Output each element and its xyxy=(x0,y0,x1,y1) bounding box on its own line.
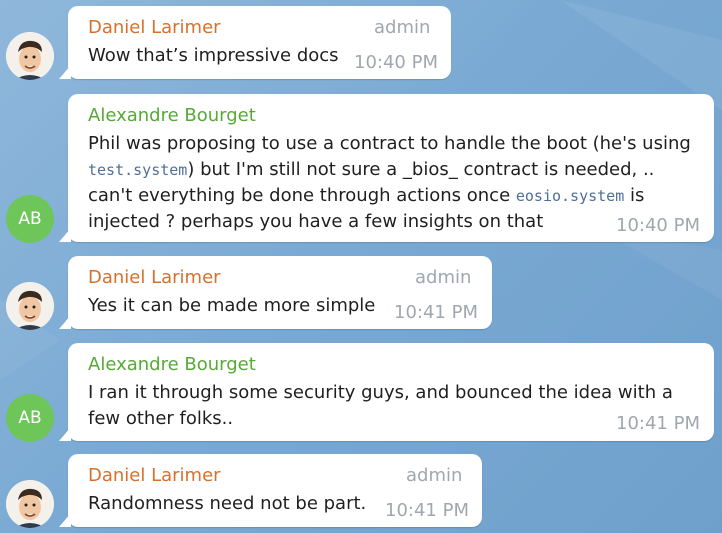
caricature-avatar-icon xyxy=(6,32,54,80)
code-snippet: test.system xyxy=(88,161,188,179)
message-line-text: is xyxy=(624,185,645,206)
admin-badge: admin xyxy=(374,17,431,38)
message-line: few other folks.. xyxy=(88,408,234,429)
message-time: 10:40 PM xyxy=(354,52,438,73)
message-text: Randomness need not be part. xyxy=(88,493,367,514)
sender-name[interactable]: Daniel Larimer xyxy=(88,465,221,486)
message-bubble: Alexandre Bourget Phil was proposing to … xyxy=(59,94,714,242)
message-line-text: ) but I'm still not sure a _bios_ contra… xyxy=(187,159,655,180)
caricature-avatar-icon xyxy=(6,282,54,330)
user-avatar[interactable] xyxy=(6,282,54,330)
message-bubble: Daniel Larimer admin Wow that’s impressi… xyxy=(59,6,451,79)
message-time: 10:40 PM xyxy=(616,215,700,236)
caricature-avatar-icon xyxy=(6,480,54,528)
user-avatar[interactable] xyxy=(6,480,54,528)
sender-name[interactable]: Alexandre Bourget xyxy=(88,354,256,375)
message-line: can't everything be done through actions… xyxy=(88,183,691,209)
message-line: injected ? perhaps you have a few insigh… xyxy=(88,211,544,232)
message-line: test.system) but I'm still not sure a _b… xyxy=(88,157,691,183)
message-time: 10:41 PM xyxy=(385,500,469,521)
message-line-text: can't everything be done through actions… xyxy=(88,185,516,206)
message-text: I ran it through some security guys, and… xyxy=(88,380,673,432)
initials-avatar[interactable]: AB xyxy=(6,394,54,442)
message-bubble: Daniel Larimer admin Randomness need not… xyxy=(59,454,482,527)
sender-name[interactable]: Daniel Larimer xyxy=(88,17,221,38)
code-snippet: eosio.system xyxy=(515,187,625,205)
message-time: 10:41 PM xyxy=(394,302,478,323)
message-line: Phil was proposing to use a contract to … xyxy=(88,133,691,154)
message-time: 10:41 PM xyxy=(616,413,700,434)
initials-avatar[interactable]: AB xyxy=(6,195,54,243)
message-text: Yes it can be made more simple xyxy=(88,295,376,316)
message-line: I ran it through some security guys, and… xyxy=(88,382,673,403)
sender-name[interactable]: Alexandre Bourget xyxy=(88,105,256,126)
user-avatar[interactable] xyxy=(6,32,54,80)
message-bubble: Alexandre Bourget I ran it through some … xyxy=(59,343,714,441)
message-bubble: Daniel Larimer admin Yes it can be made … xyxy=(59,256,492,329)
message-text: Phil was proposing to use a contract to … xyxy=(88,131,691,235)
sender-name[interactable]: Daniel Larimer xyxy=(88,267,221,288)
admin-badge: admin xyxy=(406,465,463,486)
admin-badge: admin xyxy=(415,267,472,288)
message-text: Wow that’s impressive docs xyxy=(88,45,339,66)
